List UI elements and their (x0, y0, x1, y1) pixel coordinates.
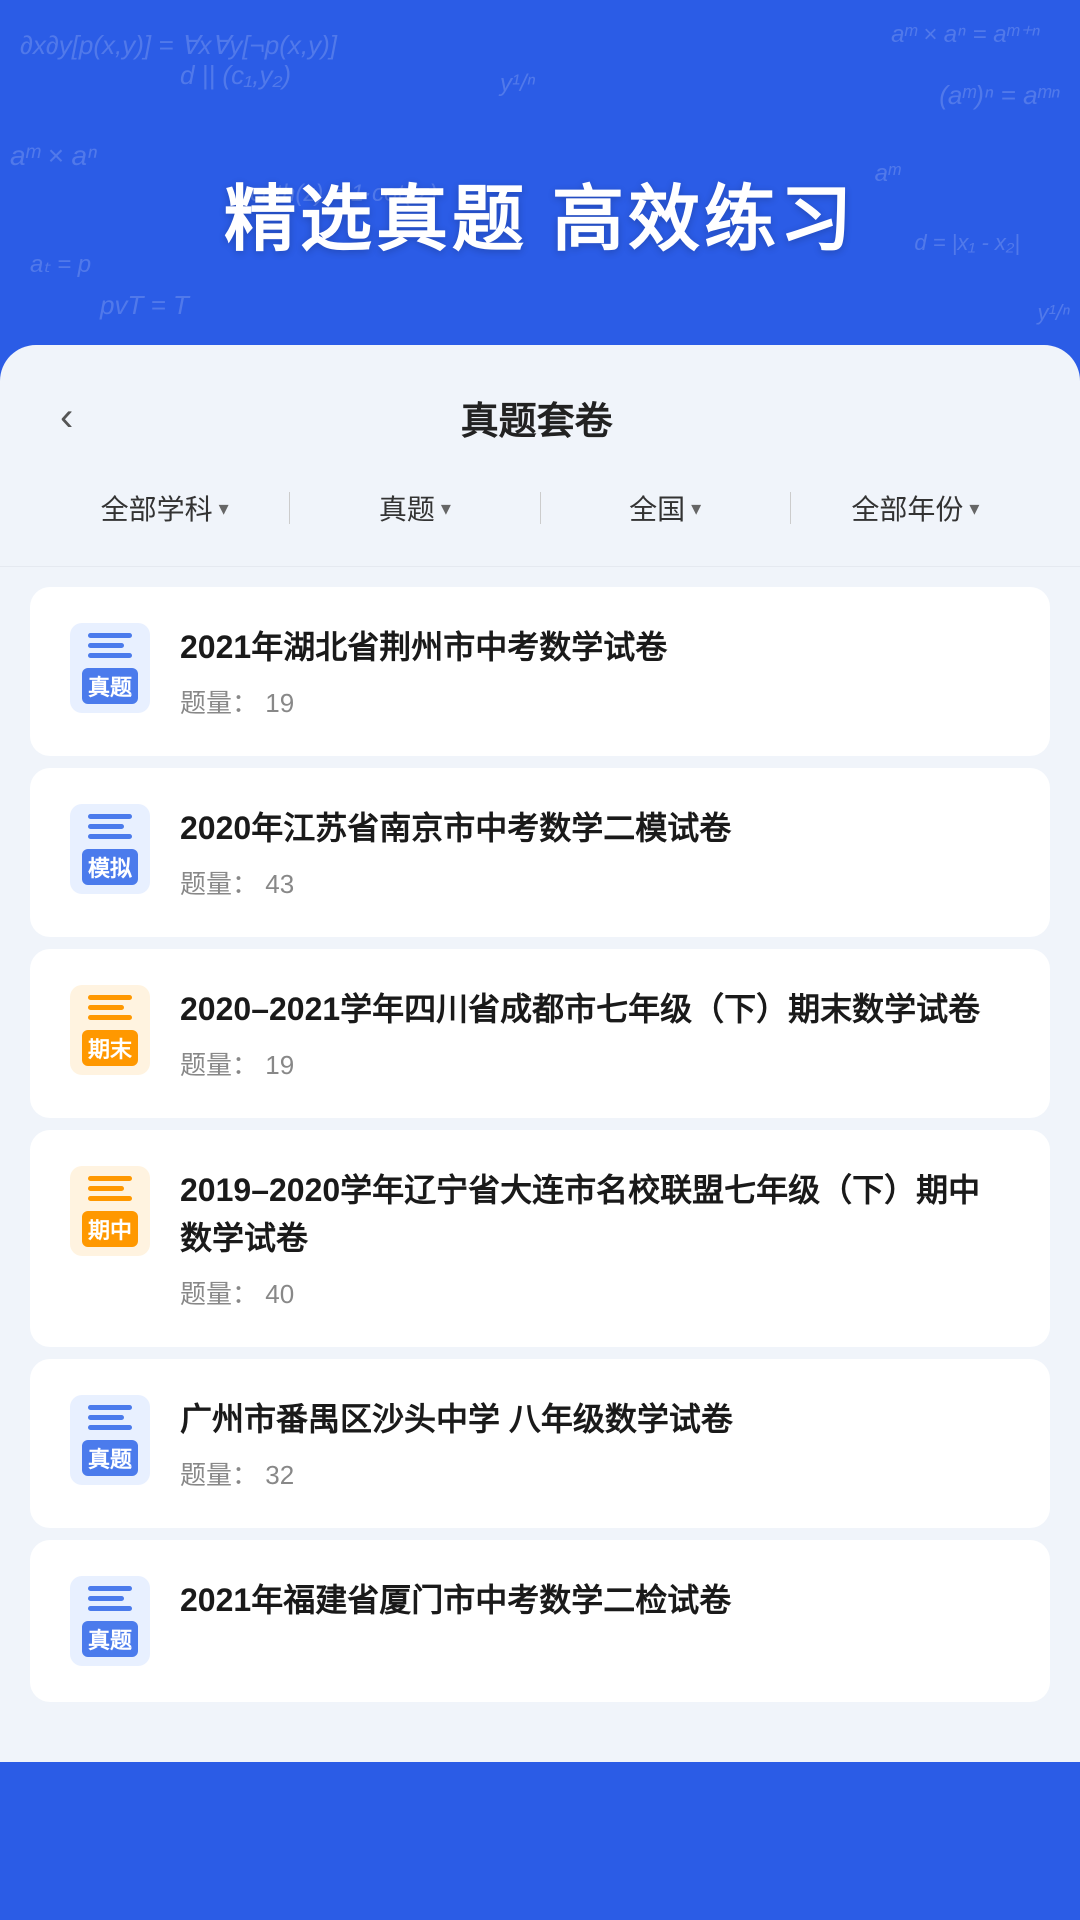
filter-type-label: 真题 (379, 488, 435, 528)
item-content: 2021年湖北省荆州市中考数学试卷 题量： 19 (180, 623, 1010, 720)
badge-lines (88, 1405, 132, 1430)
filter-region-label: 全国 (629, 488, 685, 528)
list-item[interactable]: 期末 2020–2021学年四川省成都市七年级（下）期末数学试卷 题量： 19 (30, 949, 1050, 1118)
badge-lines (88, 1586, 132, 1611)
page-title: 真题套卷 (103, 390, 970, 445)
badge-line (88, 1405, 132, 1410)
badge-line (88, 1196, 132, 1201)
filter-region-arrow: ▾ (691, 496, 701, 521)
exam-list: 真题 2021年湖北省荆州市中考数学试卷 题量： 19 模拟 (0, 567, 1080, 1722)
badge-line (88, 814, 132, 819)
filter-subject[interactable]: 全部学科 ▾ (40, 480, 289, 536)
filter-subject-label: 全部学科 (101, 488, 213, 528)
item-title: 2020–2021学年四川省成都市七年级（下）期末数学试卷 (180, 985, 1010, 1033)
filter-year-label: 全部年份 (851, 488, 963, 528)
item-title: 2019–2020学年辽宁省大连市名校联盟七年级（下）期中数学试卷 (180, 1166, 1010, 1262)
badge-label: 模拟 (82, 849, 138, 885)
badge-line (88, 1606, 132, 1611)
badge-label: 真题 (82, 1621, 138, 1657)
filter-subject-arrow: ▾ (219, 496, 229, 521)
main-card: ‹ 真题套卷 全部学科 ▾ 真题 ▾ 全国 ▾ 全部年份 ▾ (0, 345, 1080, 1762)
back-button[interactable]: ‹ (50, 385, 83, 450)
badge-line (88, 1586, 132, 1591)
badge-line (88, 633, 132, 638)
item-content: 2020年江苏省南京市中考数学二模试卷 题量： 43 (180, 804, 1010, 901)
badge-lines (88, 1176, 132, 1201)
badge-line (88, 1005, 124, 1010)
badge-lines (88, 633, 132, 658)
badge-moni: 模拟 (70, 804, 150, 894)
item-count: 题量： 40 (180, 1274, 1010, 1311)
badge-zhenti-1: 真题 (70, 623, 150, 713)
badge-line (88, 995, 132, 1000)
badge-line (88, 1015, 132, 1020)
item-content: 2020–2021学年四川省成都市七年级（下）期末数学试卷 题量： 19 (180, 985, 1010, 1082)
list-item[interactable]: 期中 2019–2020学年辽宁省大连市名校联盟七年级（下）期中数学试卷 题量：… (30, 1130, 1050, 1347)
hero-title: 精选真题 高效练习 (0, 0, 1080, 325)
list-item[interactable]: 真题 广州市番禺区沙头中学 八年级数学试卷 题量： 32 (30, 1359, 1050, 1528)
badge-label: 真题 (82, 668, 138, 704)
badge-line (88, 834, 132, 839)
badge-lines (88, 814, 132, 839)
item-title: 2021年福建省厦门市中考数学二检试卷 (180, 1576, 1010, 1624)
badge-line (88, 1596, 124, 1601)
filter-type[interactable]: 真题 ▾ (290, 480, 539, 536)
badge-line (88, 1425, 132, 1430)
badge-line (88, 653, 132, 658)
badge-line (88, 824, 124, 829)
item-content: 2021年福建省厦门市中考数学二检试卷 (180, 1576, 1010, 1636)
card-header: ‹ 真题套卷 (0, 345, 1080, 470)
badge-label: 期中 (82, 1211, 138, 1247)
filter-type-arrow: ▾ (441, 496, 451, 521)
badge-qizhong: 期中 (70, 1166, 150, 1256)
filter-region[interactable]: 全国 ▾ (541, 480, 790, 536)
badge-label: 期末 (82, 1030, 138, 1066)
item-content: 2019–2020学年辽宁省大连市名校联盟七年级（下）期中数学试卷 题量： 40 (180, 1166, 1010, 1311)
item-count: 题量： 19 (180, 1045, 1010, 1082)
filter-year-arrow: ▾ (969, 496, 979, 521)
item-count: 题量： 19 (180, 683, 1010, 720)
list-item[interactable]: 真题 2021年福建省厦门市中考数学二检试卷 (30, 1540, 1050, 1702)
list-item[interactable]: 真题 2021年湖北省荆州市中考数学试卷 题量： 19 (30, 587, 1050, 756)
badge-label: 真题 (82, 1440, 138, 1476)
badge-zhenti-6: 真题 (70, 1576, 150, 1666)
item-title: 2021年湖北省荆州市中考数学试卷 (180, 623, 1010, 671)
badge-zhenti-5: 真题 (70, 1395, 150, 1485)
badge-line (88, 643, 124, 648)
item-title: 2020年江苏省南京市中考数学二模试卷 (180, 804, 1010, 852)
item-count: 题量： 32 (180, 1455, 1010, 1492)
badge-lines (88, 995, 132, 1020)
badge-line (88, 1176, 132, 1181)
filter-year[interactable]: 全部年份 ▾ (791, 480, 1040, 536)
filter-bar: 全部学科 ▾ 真题 ▾ 全国 ▾ 全部年份 ▾ (0, 470, 1080, 567)
badge-line (88, 1186, 124, 1191)
item-content: 广州市番禺区沙头中学 八年级数学试卷 题量： 32 (180, 1395, 1010, 1492)
badge-qimo: 期末 (70, 985, 150, 1075)
item-count: 题量： 43 (180, 864, 1010, 901)
item-title: 广州市番禺区沙头中学 八年级数学试卷 (180, 1395, 1010, 1443)
badge-line (88, 1415, 124, 1420)
list-item[interactable]: 模拟 2020年江苏省南京市中考数学二模试卷 题量： 43 (30, 768, 1050, 937)
